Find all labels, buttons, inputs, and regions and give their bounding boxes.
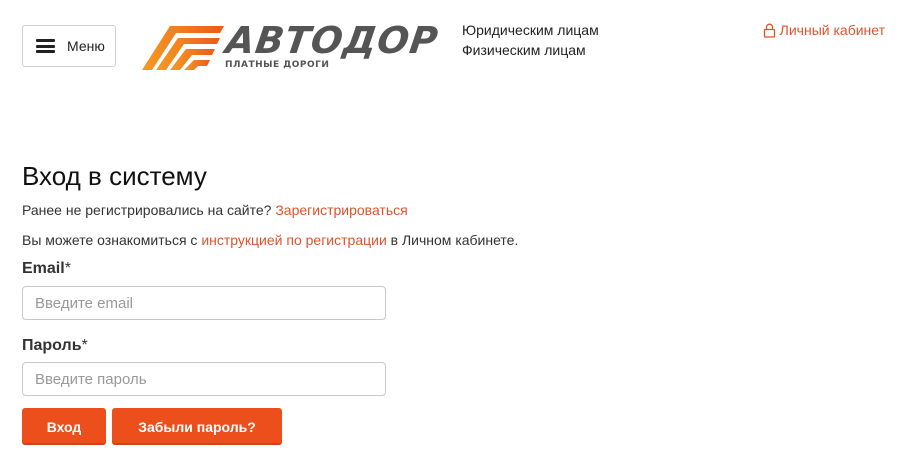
menu-button[interactable]: Меню bbox=[22, 25, 116, 67]
required-mark: * bbox=[81, 337, 88, 354]
required-mark: * bbox=[64, 260, 71, 277]
individuals-link[interactable]: Физическим лицам bbox=[462, 40, 599, 60]
page-title: Вход в систему bbox=[22, 161, 207, 191]
instruction-prefix: Вы можете ознакомиться с bbox=[22, 232, 198, 248]
email-input[interactable] bbox=[22, 286, 386, 320]
personal-cabinet-label: Личный кабинет bbox=[779, 22, 885, 38]
personal-cabinet-link[interactable]: Личный кабинет bbox=[763, 20, 885, 40]
password-input[interactable] bbox=[22, 362, 386, 396]
avtodor-logo[interactable]: АВТОДОР ПЛАТНЫЕ ДОРОГИ bbox=[140, 19, 441, 74]
register-prompt-line: Ранее не регистрировались на сайте? Заре… bbox=[22, 201, 408, 219]
logo-wordmark: АВТОДОР bbox=[223, 19, 442, 62]
instruction-line: Вы можете ознакомиться с инструкцией по … bbox=[22, 231, 518, 249]
email-label-text: Email bbox=[22, 260, 65, 277]
legal-entities-link[interactable]: Юридическим лицам bbox=[462, 20, 599, 40]
audience-links: Юридическим лицам Физическим лицам bbox=[462, 20, 599, 60]
forgot-password-button[interactable]: Забыли пароль? bbox=[112, 408, 282, 445]
menu-label: Меню bbox=[67, 38, 105, 54]
register-link[interactable]: Зарегистрироваться bbox=[275, 202, 407, 218]
login-button[interactable]: Вход bbox=[22, 408, 106, 445]
password-label: Пароль* bbox=[22, 336, 88, 356]
road-logo-icon bbox=[142, 26, 224, 70]
password-label-text: Пароль bbox=[22, 337, 82, 354]
instruction-suffix: в Личном кабинете. bbox=[390, 232, 519, 248]
register-prompt-text: Ранее не регистрировались на сайте? bbox=[22, 202, 272, 218]
login-page: Меню АВТОДОР ПЛАТНЫЕ ДОРОГИ Юридическим … bbox=[0, 0, 900, 460]
lock-icon bbox=[763, 23, 775, 38]
email-label: Email* bbox=[22, 259, 71, 279]
hamburger-icon bbox=[36, 39, 55, 53]
logo-subtitle: ПЛАТНЫЕ ДОРОГИ bbox=[225, 60, 330, 70]
registration-instruction-link[interactable]: инструкцией по регистрации bbox=[201, 232, 386, 248]
